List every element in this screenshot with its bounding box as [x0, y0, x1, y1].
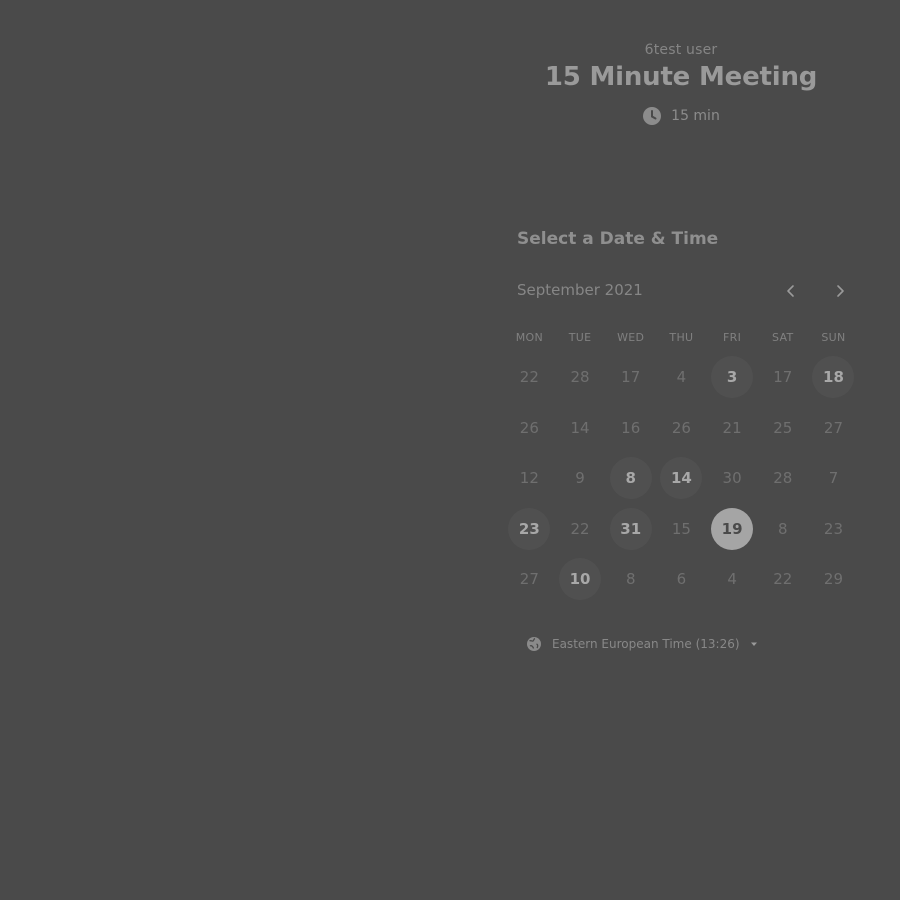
calendar-cell: 22 [504, 352, 555, 403]
unavailable-day: 29 [823, 570, 844, 589]
unavailable-day: 28 [570, 368, 590, 387]
timezone-selector[interactable]: Eastern European Time (13:26) [526, 636, 758, 652]
next-month-button[interactable] [830, 281, 850, 301]
calendar-cell: 27 [808, 403, 859, 454]
event-owner: 6test user [644, 42, 718, 58]
unavailable-day: 14 [570, 418, 590, 437]
calendar-cell: 25 [757, 403, 808, 454]
unavailable-day: 21 [722, 418, 742, 437]
unavailable-day: 22 [519, 368, 539, 387]
weekday-header: MON TUE WED THU FRI SAT SUN [504, 331, 859, 344]
calendar-cell: 8 [757, 504, 808, 555]
available-day[interactable]: 18 [812, 356, 855, 399]
unavailable-day: 7 [828, 469, 839, 488]
timezone-label: Eastern European Time (13:26) [552, 637, 740, 651]
prev-month-button[interactable] [781, 281, 801, 301]
available-day[interactable]: 3 [711, 356, 754, 399]
section-title: Select a Date & Time [517, 229, 719, 249]
unavailable-day: 28 [773, 469, 793, 488]
calendar-cell: 19 [707, 504, 758, 555]
calendar-cell: 21 [707, 403, 758, 454]
calendar-cell: 22 [757, 554, 808, 605]
chevron-left-icon [787, 285, 794, 297]
calendar-cell: 12 [504, 453, 555, 504]
month-navigation: September 2021 [517, 281, 852, 301]
calendar-cell: 17 [757, 352, 808, 403]
weekday-label: SAT [772, 331, 794, 344]
unavailable-day: 15 [671, 519, 691, 538]
calendar-cell: 27 [504, 554, 555, 605]
event-header: 6test user 15 Minute Meeting 15 min [517, 42, 845, 126]
available-day[interactable]: 31 [609, 507, 652, 550]
clock-icon [642, 106, 662, 126]
calendar-cell: 4 [707, 554, 758, 605]
calendar-cell: 4 [656, 352, 707, 403]
available-day[interactable]: 8 [609, 457, 652, 500]
calendar-cell: 15 [656, 504, 707, 555]
weekday-label: WED [617, 331, 645, 344]
month-label: September 2021 [517, 281, 643, 299]
chevron-right-icon [837, 285, 844, 297]
calendar-cell: 3 [707, 352, 758, 403]
calendar-cell: 29 [808, 554, 859, 605]
available-day[interactable]: 23 [508, 507, 551, 550]
unavailable-day: 4 [676, 368, 687, 387]
unavailable-day: 27 [823, 418, 844, 437]
unavailable-day: 26 [519, 418, 539, 437]
unavailable-day: 16 [621, 418, 641, 437]
calendar-cell: 8 [605, 554, 656, 605]
unavailable-day: 17 [621, 368, 641, 387]
unavailable-day: 17 [773, 368, 793, 387]
calendar-cell: 28 [555, 352, 606, 403]
unavailable-day: 22 [570, 519, 590, 538]
calendar-cell: 10 [555, 554, 606, 605]
calendar-cell: 23 [504, 504, 555, 555]
available-day[interactable]: 14 [660, 457, 703, 500]
calendar-cell: 30 [707, 453, 758, 504]
unavailable-day: 6 [676, 570, 687, 589]
calendar-cell: 18 [808, 352, 859, 403]
event-title: 15 Minute Meeting [544, 62, 818, 92]
globe-icon [526, 636, 542, 652]
calendar-cell: 26 [656, 403, 707, 454]
calendar-cell: 14 [555, 403, 606, 454]
unavailable-day: 26 [671, 418, 691, 437]
unavailable-day: 25 [773, 418, 793, 437]
calendar-cell: 28 [757, 453, 808, 504]
calendar-cell: 14 [656, 453, 707, 504]
calendar-cell: 7 [808, 453, 859, 504]
weekday-label: THU [669, 331, 694, 344]
calendar-grid: 22 28 17 4 3 17 18 26 14 16 26 21 25 27 12 9 8 14 30 28 7 23 2… [504, 352, 859, 605]
calendar-cell: 17 [605, 352, 656, 403]
weekday-label: SUN [821, 331, 846, 344]
selected-day[interactable]: 19 [711, 507, 754, 550]
weekday-label: MON [515, 331, 543, 344]
weekday-label: FRI [723, 331, 742, 344]
calendar-cell: 6 [656, 554, 707, 605]
unavailable-day: 4 [727, 570, 737, 589]
calendar-cell: 22 [555, 504, 606, 555]
event-duration: 15 min [517, 106, 845, 126]
unavailable-day: 8 [625, 570, 636, 589]
calendar-cell: 16 [605, 403, 656, 454]
available-day[interactable]: 10 [559, 558, 602, 601]
weekday-label: TUE [568, 331, 592, 344]
calendar-cell: 31 [605, 504, 656, 555]
unavailable-day: 9 [575, 469, 585, 488]
calendar-cell: 8 [605, 453, 656, 504]
caret-down-icon [750, 640, 758, 648]
calendar-cell: 9 [555, 453, 606, 504]
unavailable-day: 27 [519, 570, 539, 589]
unavailable-day: 22 [773, 570, 793, 589]
calendar-cell: 26 [504, 403, 555, 454]
unavailable-day: 12 [519, 469, 539, 488]
unavailable-day: 30 [722, 469, 742, 488]
unavailable-day: 23 [823, 519, 844, 538]
unavailable-day: 8 [778, 519, 788, 538]
calendar-cell: 23 [808, 504, 859, 555]
duration-label: 15 min [671, 108, 720, 124]
